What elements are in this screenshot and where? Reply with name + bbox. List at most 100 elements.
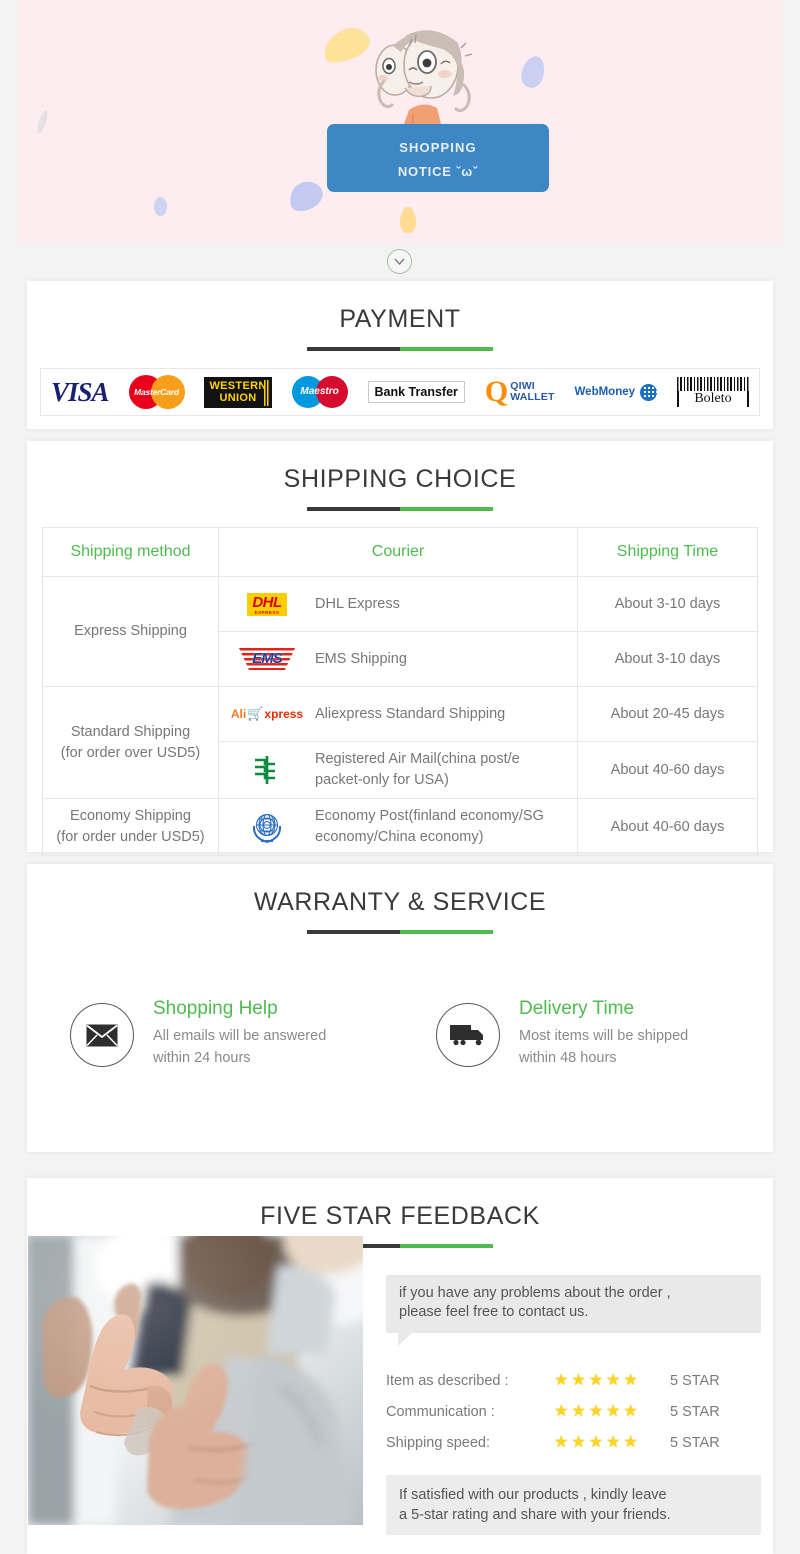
- cell-time-economy-post: About 40-60 days: [577, 798, 758, 856]
- decor-blob-yellow: [400, 207, 416, 233]
- service-title: Delivery Time: [519, 998, 635, 1019]
- service-desc-line2: within 48 hours: [519, 1050, 617, 1066]
- star-icon: ★: [588, 1402, 604, 1420]
- payment-method-qiwi: Q QIWI WALLET: [475, 369, 565, 415]
- payment-methods-strip: VISA MasterCard WESTERN UNION Maestro Ba…: [40, 368, 760, 416]
- rating-label: Communication :: [386, 1403, 495, 1420]
- note-line1: If satisfied with our products , kindly …: [399, 1487, 667, 1503]
- cell-courier-economy-post: Economy Post(finland economy/SG economy/…: [218, 798, 578, 856]
- satisfaction-note: If satisfied with our products , kindly …: [386, 1475, 761, 1535]
- rating-row-item-as-described: Item as described : ★ ★ ★ ★ ★ 5 STAR: [386, 1365, 761, 1396]
- star-icon: ★: [623, 1402, 638, 1420]
- cell-courier-aliexpress: Ali 🛒 xpress Aliexpress Standard Shipping: [218, 686, 578, 742]
- rating-list: Item as described : ★ ★ ★ ★ ★ 5 STAR Com…: [386, 1365, 761, 1458]
- envelope-icon: [70, 1003, 134, 1067]
- cell-courier-china-post: Registered Air Mail(china post/e packet-…: [218, 741, 578, 799]
- hero-button-line2: NOTICE ˇωˇ: [397, 164, 479, 179]
- bubble-line2: please feel free to contact us.: [399, 1304, 589, 1320]
- star-icon: ★: [606, 1371, 621, 1389]
- hero-banner: SHOPPING NOTICE ˇωˇ: [17, 0, 783, 243]
- star-icon: ★: [606, 1402, 621, 1420]
- rating-stars: ★ ★ ★ ★ ★: [554, 1402, 670, 1420]
- shopping-notice-button[interactable]: SHOPPING NOTICE ˇωˇ: [327, 124, 549, 192]
- rating-value: 5 STAR: [670, 1434, 720, 1451]
- hero-button-line1: SHOPPING: [399, 140, 477, 155]
- payment-method-mastercard: MasterCard: [119, 369, 195, 415]
- warranty-section: WARRANTY & SERVICE Shopping Help All ema…: [27, 864, 773, 1152]
- dhl-logo: DHL EXPRESS: [247, 592, 287, 616]
- star-icon: ★: [571, 1433, 586, 1451]
- rating-label: Item as described :: [386, 1372, 509, 1389]
- webmoney-logo: WebMoney: [575, 383, 658, 401]
- star-icon: ★: [571, 1371, 586, 1389]
- decor-blob-blue: [518, 54, 548, 90]
- cell-courier-dhl: DHL EXPRESS DHL Express: [218, 576, 578, 632]
- table-row: Standard Shipping (for order over USD5) …: [42, 686, 758, 799]
- contact-bubble: if you have any problems about the order…: [386, 1275, 761, 1346]
- note-line2: a 5-star rating and share with your frie…: [399, 1507, 671, 1523]
- feedback-section: FIVE STAR FEEDBACK if you have any probl…: [27, 1178, 773, 1554]
- barcode-icon: [677, 377, 749, 391]
- un-post-logo: [252, 813, 282, 843]
- star-icon: ★: [571, 1402, 586, 1420]
- rating-value: 5 STAR: [670, 1372, 720, 1389]
- webmoney-globe-icon: [640, 383, 658, 401]
- table-row: Express Shipping DHL EXPRESS DHL Express …: [42, 576, 758, 687]
- cell-method-economy: Economy Shipping (for order under USD5): [42, 798, 219, 856]
- payment-method-western-union: WESTERN UNION: [194, 369, 281, 415]
- china-post-logo: [255, 756, 275, 784]
- cell-courier-ems: EMS EMS Shipping: [218, 631, 578, 687]
- rating-value: 5 STAR: [670, 1403, 720, 1420]
- service-desc-line1: Most items will be shipped: [519, 1028, 689, 1044]
- section-divider: [307, 347, 493, 351]
- service-item-shopping-help: Shopping Help All emails will be answere…: [70, 997, 420, 1069]
- payment-method-maestro: Maestro: [282, 369, 358, 415]
- star-icon: ★: [606, 1433, 621, 1451]
- star-icon: ★: [623, 1433, 638, 1451]
- ems-logo: EMS: [239, 646, 295, 672]
- rating-row-communication: Communication : ★ ★ ★ ★ ★ 5 STAR: [386, 1396, 761, 1427]
- decor-blob-blue: [285, 178, 327, 214]
- column-header-time: Shipping Time: [577, 527, 758, 577]
- shopping-notice-page: SHOPPING NOTICE ˇωˇ PAYMENT VISA MasterC…: [0, 0, 800, 1554]
- cell-time-aliexpress: About 20-45 days: [577, 686, 758, 742]
- payment-method-bank-transfer: Bank Transfer: [358, 369, 475, 415]
- payment-method-boleto: Boleto: [667, 369, 759, 415]
- warranty-title: WARRANTY & SERVICE: [253, 888, 547, 916]
- table-row: Economy Shipping (for order under USD5): [42, 798, 758, 856]
- thumbs-up-photo: [28, 1236, 363, 1525]
- star-icon: ★: [588, 1371, 604, 1389]
- western-union-logo: WESTERN UNION: [204, 376, 272, 408]
- payment-method-webmoney: WebMoney: [565, 369, 667, 415]
- truck-icon: [436, 1003, 500, 1067]
- star-icon: ★: [623, 1371, 638, 1389]
- section-divider: [307, 507, 493, 511]
- service-items: Shopping Help All emails will be answere…: [27, 997, 773, 1069]
- decor-blob-blue: [154, 197, 167, 216]
- service-desc-line2: within 24 hours: [153, 1050, 251, 1066]
- rating-stars: ★ ★ ★ ★ ★: [554, 1433, 670, 1451]
- star-icon: ★: [554, 1402, 569, 1420]
- star-icon: ★: [554, 1371, 569, 1389]
- service-item-delivery-time: Delivery Time Most items will be shipped…: [436, 997, 688, 1069]
- cell-method-express: Express Shipping: [42, 576, 219, 687]
- decor-blob-gray: [35, 109, 50, 135]
- service-desc-line1: All emails will be answered: [153, 1028, 327, 1044]
- decor-blob-yellow: [318, 22, 374, 68]
- cell-time-china-post: About 40-60 days: [577, 741, 758, 799]
- rating-stars: ★ ★ ★ ★ ★: [554, 1371, 670, 1389]
- chevron-down-icon[interactable]: [387, 249, 412, 274]
- bubble-line1: if you have any problems about the order…: [399, 1285, 671, 1301]
- feedback-title: FIVE STAR FEEDBACK: [260, 1202, 540, 1230]
- section-divider: [307, 930, 493, 934]
- qiwi-wallet-logo: Q QIWI WALLET: [484, 375, 555, 408]
- payment-title: PAYMENT: [339, 305, 461, 333]
- cell-time-dhl: About 3-10 days: [577, 576, 758, 632]
- table-header-row: Shipping method Courier Shipping Time: [42, 527, 758, 577]
- column-header-method: Shipping method: [42, 527, 219, 577]
- shipping-section: SHIPPING CHOICE Shipping method Courier …: [27, 441, 773, 856]
- star-icon: ★: [588, 1433, 604, 1451]
- qiwi-q-glyph: Q: [484, 375, 509, 408]
- bank-transfer-logo: Bank Transfer: [367, 381, 465, 403]
- visa-logo: VISA: [50, 376, 110, 407]
